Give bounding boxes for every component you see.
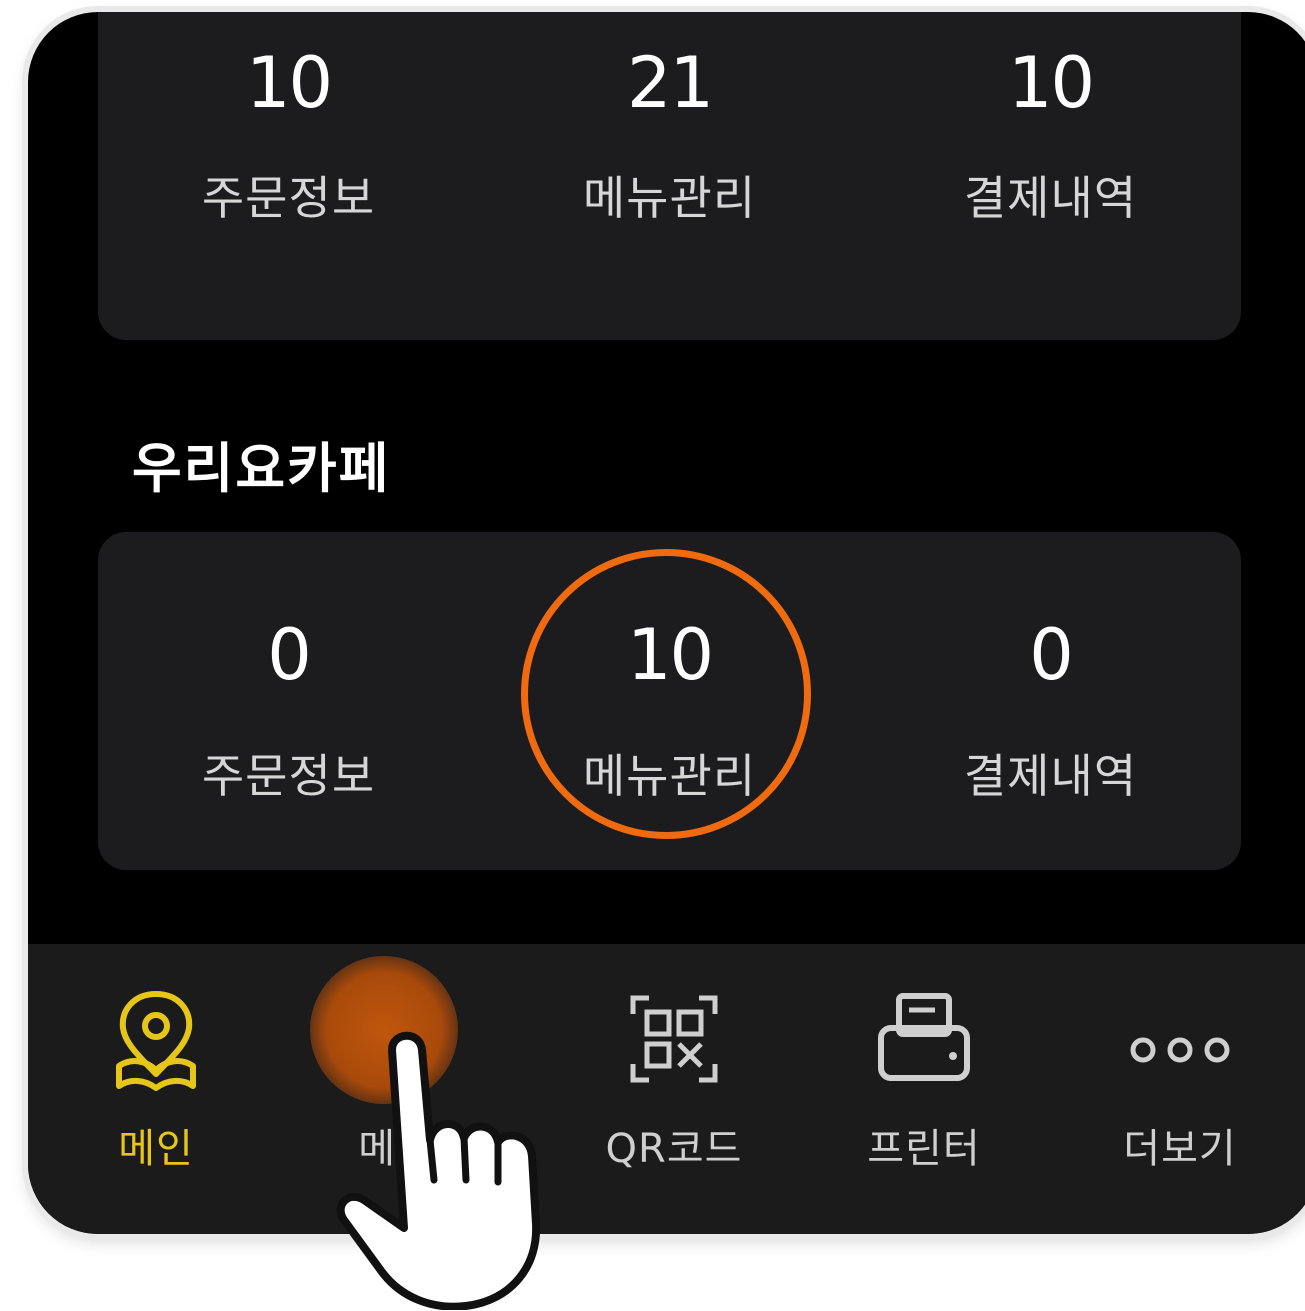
payment-count: 10 xyxy=(1007,42,1095,124)
order-info-label: 주문정보 xyxy=(201,749,376,803)
qr-code-icon xyxy=(630,995,718,1083)
bottom-tab-bar: 메인 메뉴 QR코드 xyxy=(28,944,1305,1234)
order-count: 0 xyxy=(267,614,312,696)
order-info-label: 주문정보 xyxy=(201,171,376,225)
highlight-circle xyxy=(521,549,811,839)
map-pin-book-icon xyxy=(116,991,196,1091)
order-info-stat[interactable]: 0 주문정보 xyxy=(98,532,479,870)
menu-manage-label: 메뉴관리 xyxy=(582,171,757,225)
payment-history-label: 결제내역 xyxy=(963,171,1138,225)
more-dots-icon xyxy=(1130,1037,1230,1063)
menu-count: 21 xyxy=(626,42,714,124)
tab-printer[interactable]: 프린터 xyxy=(824,984,1024,1174)
order-count: 10 xyxy=(245,42,333,124)
payment-history-stat[interactable]: 0 결제내역 xyxy=(860,532,1241,870)
tab-qr-code-label: QR코드 xyxy=(605,1126,743,1172)
tab-main[interactable]: 메인 xyxy=(56,984,256,1174)
store-stats-card: 10 주문정보 21 메뉴관리 10 결제내역 xyxy=(98,12,1241,340)
payment-count: 0 xyxy=(1029,614,1074,696)
printer-icon xyxy=(878,993,970,1081)
tab-more[interactable]: 더보기 xyxy=(1080,984,1280,1174)
payment-history-stat[interactable]: 10 결제내역 xyxy=(860,12,1241,340)
tab-main-label: 메인 xyxy=(118,1126,194,1172)
menu-manage-stat[interactable]: 21 메뉴관리 xyxy=(479,12,860,340)
pointing-hand-icon xyxy=(336,1031,541,1310)
order-info-stat[interactable]: 10 주문정보 xyxy=(98,12,479,340)
tab-printer-label: 프린터 xyxy=(867,1126,981,1172)
payment-history-label: 결제내역 xyxy=(963,749,1138,803)
store-name: 우리요카페 xyxy=(132,437,391,500)
phone-screen: 10 주문정보 21 메뉴관리 10 결제내역 우리요카페 0 주문정보 10 … xyxy=(28,12,1305,1234)
tab-qr-code[interactable]: QR코드 xyxy=(574,984,774,1174)
tab-more-label: 더보기 xyxy=(1123,1126,1237,1172)
